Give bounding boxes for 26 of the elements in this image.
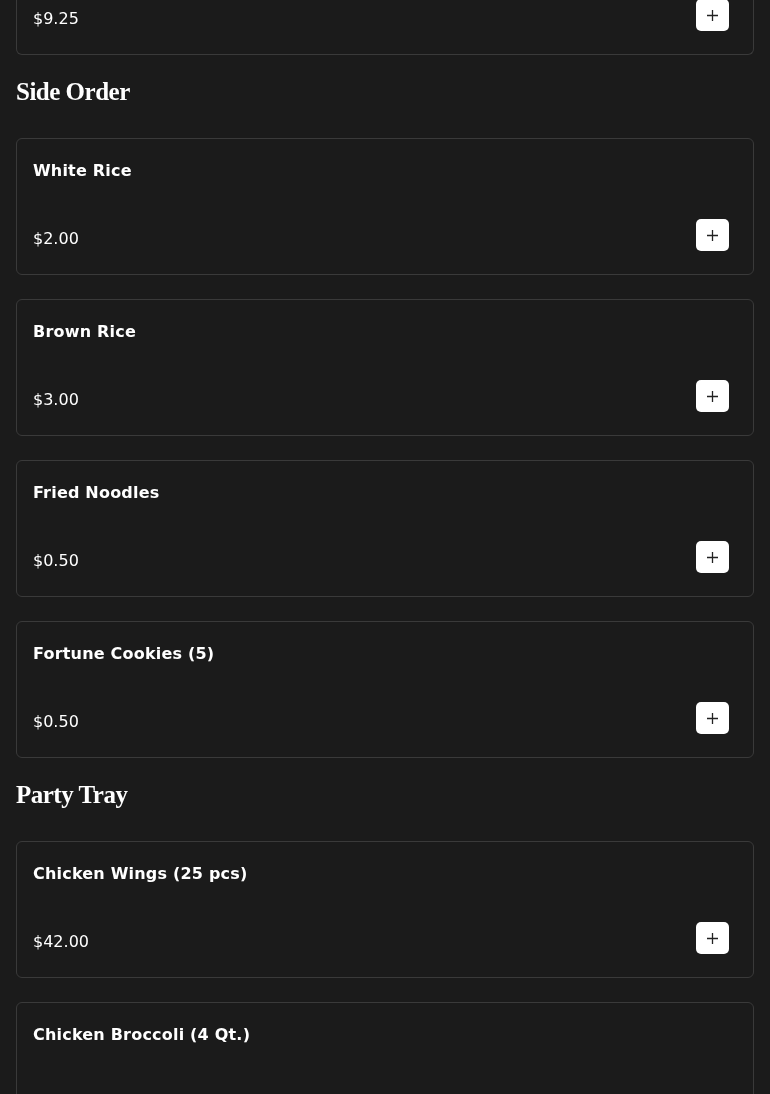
add-button[interactable] bbox=[696, 0, 729, 31]
item-name: Brown Rice bbox=[33, 321, 137, 343]
item-price: $0.50 bbox=[33, 550, 79, 572]
item-name: Fortune Cookies (5) bbox=[33, 643, 216, 665]
item-price: $0.50 bbox=[33, 711, 79, 733]
plus-icon bbox=[707, 9, 718, 21]
add-button[interactable] bbox=[696, 219, 729, 251]
plus-icon bbox=[707, 932, 718, 944]
item-price: $42.00 bbox=[33, 931, 89, 953]
plus-icon bbox=[707, 390, 718, 402]
section-heading: Party Tray bbox=[16, 782, 129, 807]
plus-icon bbox=[707, 712, 718, 724]
plus-icon bbox=[707, 551, 718, 563]
add-button[interactable] bbox=[696, 922, 729, 954]
section-heading: Side Order bbox=[16, 79, 131, 104]
item-name: Fried Noodles bbox=[33, 482, 161, 504]
add-button[interactable] bbox=[696, 541, 729, 573]
item-name: White Rice bbox=[33, 160, 133, 182]
add-button[interactable] bbox=[696, 702, 729, 734]
add-button[interactable] bbox=[696, 380, 729, 412]
item-price: $2.00 bbox=[33, 228, 79, 250]
item-name: Chicken Broccoli (4 Qt.) bbox=[33, 1024, 252, 1046]
item-price: $3.00 bbox=[33, 389, 79, 411]
item-name: Chicken Wings (25 pcs) bbox=[33, 863, 249, 885]
plus-icon bbox=[707, 229, 718, 241]
item-price: $9.25 bbox=[33, 8, 79, 30]
